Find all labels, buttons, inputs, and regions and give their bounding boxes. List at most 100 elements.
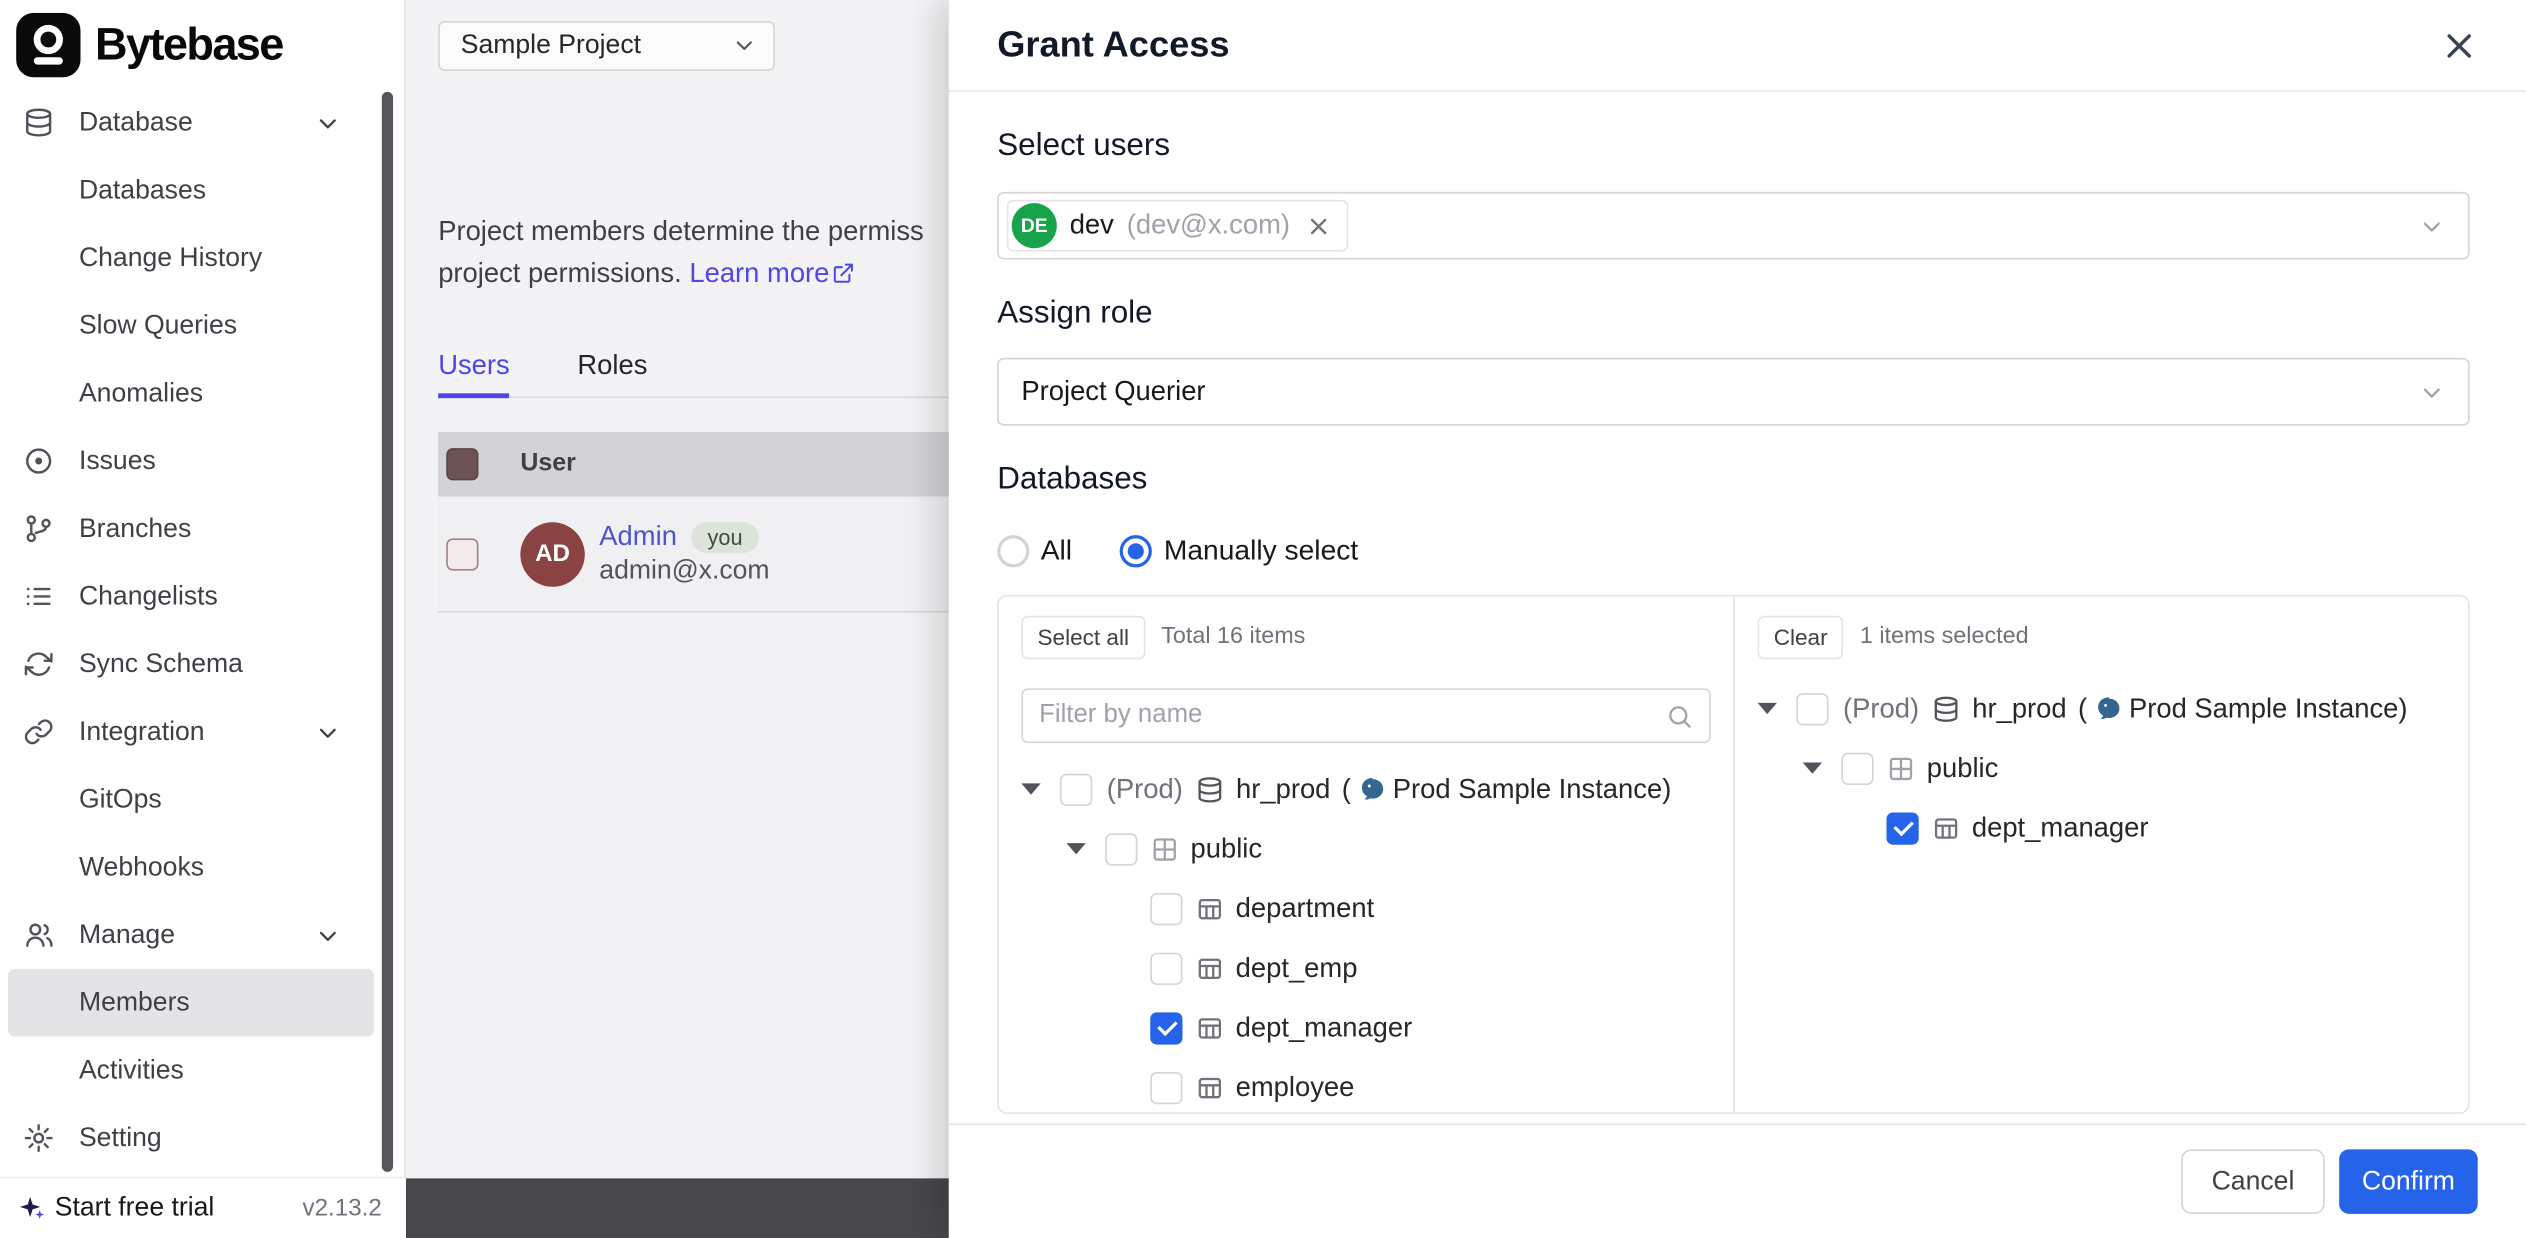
members-table: User AD Admin you admin@x.com <box>438 432 949 613</box>
instance-name: Prod Sample Instance) <box>1393 773 1672 805</box>
radio-manually-select[interactable]: Manually select <box>1120 534 1358 568</box>
manage-users-icon <box>23 919 55 951</box>
tab-users[interactable]: Users <box>438 350 510 397</box>
filter-input[interactable] <box>1039 701 1666 730</box>
tree-row-table[interactable]: dept_emp <box>1021 938 1711 998</box>
transfer-source-panel: Select all Total 16 items (Prod) <box>999 596 1734 1112</box>
members-description: Project members determine the permiss pr… <box>438 211 949 295</box>
tree-row-schema[interactable]: public <box>1021 819 1711 879</box>
instance-paren: ( <box>2078 692 2087 724</box>
radio-manual-control[interactable] <box>1120 534 1152 566</box>
changelist-icon <box>23 580 55 612</box>
logo-text: Bytebase <box>95 19 283 71</box>
sidebar-item-manage[interactable]: Manage <box>0 901 404 969</box>
chip-user-email: (dev@x.com) <box>1127 210 1290 242</box>
start-free-trial-button[interactable]: Start free trial <box>16 1193 302 1224</box>
checkbox[interactable] <box>1150 892 1182 924</box>
sidebar-item-activities[interactable]: Activities <box>0 1037 404 1105</box>
checkbox[interactable] <box>1150 952 1182 984</box>
database-icon <box>1932 694 1961 723</box>
checkbox-checked[interactable] <box>1886 812 1918 844</box>
sidebar-item-setting[interactable]: Setting <box>0 1104 404 1172</box>
checkbox-checked[interactable] <box>1150 1012 1182 1044</box>
sidebar-item-anomalies[interactable]: Anomalies <box>0 359 404 427</box>
learn-more-link[interactable]: Learn more <box>689 258 829 289</box>
sidebar-nav: Database Databases Change History Slow Q… <box>0 89 404 1172</box>
select-all-checkbox[interactable] <box>446 448 478 480</box>
member-email: admin@x.com <box>599 556 769 587</box>
select-all-button[interactable]: Select all <box>1021 615 1145 659</box>
radio-all[interactable]: All <box>997 534 1072 568</box>
sidebar-item-issues[interactable]: Issues <box>0 427 404 495</box>
selected-count-label: 1 items selected <box>1860 624 2029 650</box>
tree-row-schema[interactable]: public <box>1758 738 2446 798</box>
external-link-icon <box>831 261 855 285</box>
tree-row-database[interactable]: (Prod) hr_prod ( Prod Sample Instance) <box>1758 679 2446 739</box>
horizontal-scrollbar[interactable] <box>406 1178 949 1238</box>
databases-scope-radios: All Manually select <box>997 534 2469 568</box>
sidebar-item-label: Database <box>79 107 193 138</box>
close-icon[interactable] <box>2441 27 2478 64</box>
sidebar-item-integration[interactable]: Integration <box>0 698 404 766</box>
sidebar-item-label: Branches <box>79 513 191 544</box>
caret-down-icon[interactable] <box>1803 762 1842 773</box>
sidebar-item-webhooks[interactable]: Webhooks <box>0 833 404 901</box>
sidebar-item-changelists[interactable]: Changelists <box>0 563 404 631</box>
sidebar-item-gitops[interactable]: GitOps <box>0 766 404 834</box>
bytebase-logo-icon <box>16 13 80 77</box>
row-checkbox[interactable] <box>446 538 478 570</box>
cancel-button[interactable]: Cancel <box>2181 1149 2324 1213</box>
sidebar-item-label: Slow Queries <box>79 310 237 341</box>
vertical-scrollbar[interactable] <box>382 92 393 1172</box>
users-select[interactable]: DE dev (dev@x.com) <box>997 192 2469 260</box>
project-selector[interactable]: Sample Project <box>438 20 775 70</box>
chevron-down-icon <box>314 109 341 136</box>
sidebar-item-slow-queries[interactable]: Slow Queries <box>0 292 404 360</box>
caret-down-icon[interactable] <box>1066 843 1105 854</box>
tree-row-database[interactable]: (Prod) hr_prod ( Prod Sample Instance) <box>1021 759 1711 819</box>
caret-down-icon[interactable] <box>1021 783 1060 794</box>
database-name: hr_prod <box>1236 773 1330 805</box>
avatar: DE <box>1012 203 1057 248</box>
radio-all-label: All <box>1041 534 1072 568</box>
description-line-1: Project members determine the permiss <box>438 211 949 253</box>
sidebar-item-database[interactable]: Database <box>0 89 404 157</box>
role-select[interactable]: Project Querier <box>997 358 2469 426</box>
sidebar-item-databases[interactable]: Databases <box>0 156 404 224</box>
version-label: v2.13.2 <box>303 1194 382 1221</box>
select-users-label: Select users <box>997 126 2469 165</box>
tree-row-table[interactable]: employee <box>1021 1057 1711 1112</box>
sidebar-item-branches[interactable]: Branches <box>0 495 404 563</box>
caret-down-icon[interactable] <box>1758 703 1797 714</box>
radio-all-control[interactable] <box>997 534 1029 566</box>
environment-label: (Prod) <box>1107 773 1183 805</box>
sidebar-item-sync-schema[interactable]: Sync Schema <box>0 630 404 698</box>
clear-button[interactable]: Clear <box>1758 615 1844 659</box>
member-name-link[interactable]: Admin <box>599 521 677 553</box>
checkbox[interactable] <box>1105 833 1137 865</box>
schema-name: public <box>1191 833 1263 865</box>
checkbox[interactable] <box>1150 1071 1182 1103</box>
checkbox[interactable] <box>1841 752 1873 784</box>
chip-remove-icon[interactable] <box>1306 214 1330 238</box>
tree-row-table-selected[interactable]: dept_manager <box>1758 798 2446 858</box>
checkbox[interactable] <box>1060 773 1092 805</box>
project-selector-label: Sample Project <box>461 30 641 61</box>
user-chip: DE dev (dev@x.com) <box>1007 200 1348 252</box>
tree-row-table[interactable]: department <box>1021 879 1711 939</box>
checkbox[interactable] <box>1796 692 1828 724</box>
sidebar-item-change-history[interactable]: Change History <box>0 224 404 292</box>
database-name: hr_prod <box>1972 692 2066 724</box>
logo[interactable]: Bytebase <box>0 0 404 90</box>
issues-icon <box>23 445 55 477</box>
sidebar-item-members[interactable]: Members <box>8 969 374 1037</box>
databases-label: Databases <box>997 459 2469 498</box>
table-icon <box>1195 1073 1224 1102</box>
main-content: Sample Project Project members determine… <box>406 0 949 1238</box>
chip-user-name: dev <box>1070 210 1114 242</box>
confirm-button[interactable]: Confirm <box>2339 1149 2478 1213</box>
tree-row-table-selected[interactable]: dept_manager <box>1021 998 1711 1058</box>
tab-roles[interactable]: Roles <box>577 350 647 397</box>
environment-label: (Prod) <box>1843 692 1919 724</box>
branch-icon <box>23 513 55 545</box>
